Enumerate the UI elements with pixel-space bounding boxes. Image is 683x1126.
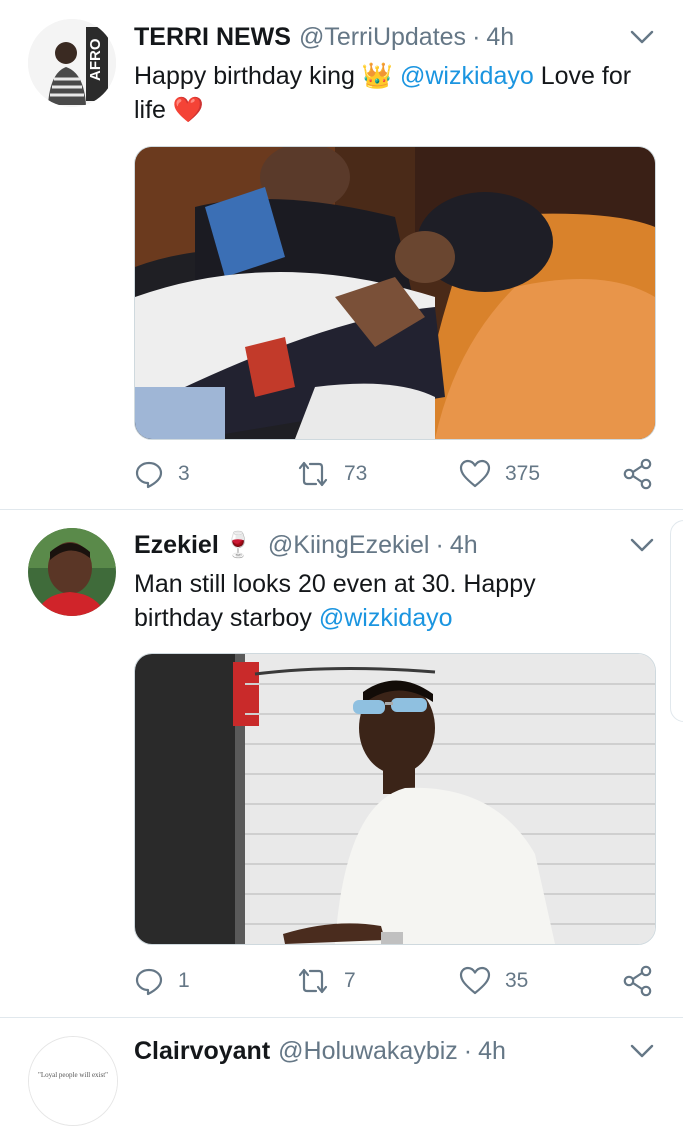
text-segment: Happy birthday king — [134, 62, 362, 90]
timestamp[interactable]: 4h — [450, 531, 478, 560]
display-name[interactable]: Clairvoyant — [134, 1037, 270, 1066]
avatar-image: AFRO — [28, 19, 116, 107]
display-name[interactable]: TERRI NEWS — [134, 23, 291, 52]
retweet-button[interactable]: 73 — [296, 457, 367, 491]
tweet-ezekiel[interactable]: Ezekiel 🍷 @KiingEzekiel · 4h Man still l… — [0, 510, 683, 1016]
mention-link[interactable]: @wizkidayo — [400, 62, 534, 90]
text-space — [393, 62, 400, 90]
mention-link[interactable]: @wizkidayo — [319, 604, 453, 632]
like-count: 35 — [505, 969, 529, 992]
tweet-header: Clairvoyant @Holuwakaybiz · 4h — [134, 1034, 506, 1068]
tweet-header: TERRI NEWS @TerriUpdates · 4h — [134, 20, 514, 54]
tweet-text: Happy birthday king 👑 @wizkidayo Love fo… — [134, 59, 634, 127]
avatar[interactable]: "Loyal people will exist" — [28, 1036, 118, 1126]
share-icon — [623, 458, 652, 490]
tweet-actions: 1 7 35 — [134, 964, 664, 998]
separator-dot: · — [435, 530, 444, 559]
reply-icon — [135, 968, 163, 996]
like-button[interactable]: 35 — [459, 964, 528, 998]
tweet-actions: 3 73 375 — [134, 457, 664, 491]
chevron-down-icon[interactable] — [628, 27, 656, 47]
reply-count: 1 — [178, 969, 190, 992]
like-button[interactable]: 375 — [459, 457, 540, 491]
timestamp[interactable]: 4h — [478, 1037, 506, 1066]
like-count: 375 — [505, 462, 541, 485]
chevron-down-icon[interactable] — [628, 535, 656, 555]
tweet-terri-news[interactable]: AFRO TERRI NEWS @TerriUpdates · 4h Happy… — [0, 0, 683, 508]
share-button[interactable] — [622, 964, 654, 998]
heart-emoji-icon: ❤️ — [172, 96, 205, 124]
retweet-count: 73 — [344, 462, 368, 485]
crown-emoji-icon: 👑 — [361, 62, 394, 90]
overlay-card-edge — [670, 520, 683, 722]
tweet-media-photo[interactable] — [134, 146, 656, 440]
chevron-down-icon[interactable] — [628, 1041, 656, 1061]
share-icon — [623, 965, 652, 997]
timestamp[interactable]: 4h — [486, 23, 514, 52]
retweet-count: 7 — [344, 969, 356, 992]
user-handle[interactable]: @KiingEzekiel — [268, 531, 430, 560]
avatar-afro-text: AFRO — [87, 38, 104, 81]
photo-image — [135, 147, 655, 439]
reply-button[interactable]: 1 — [134, 964, 190, 998]
separator-dot: · — [463, 1036, 473, 1065]
wine-glass-emoji-icon: 🍷 — [222, 530, 254, 559]
like-icon — [459, 966, 491, 995]
reply-button[interactable]: 3 — [134, 457, 190, 491]
avatar-quote-text: "Loyal people will exist" — [38, 1071, 108, 1079]
retweet-icon — [298, 968, 328, 994]
reply-count: 3 — [178, 462, 190, 485]
retweet-button[interactable]: 7 — [296, 964, 356, 998]
tweet-media-photo[interactable] — [134, 653, 656, 945]
avatar[interactable] — [28, 528, 116, 616]
retweet-icon — [298, 461, 328, 487]
reply-icon — [135, 461, 163, 489]
user-handle[interactable]: @Holuwakaybiz — [278, 1037, 458, 1066]
tweet-text: Man still looks 20 even at 30. Happy bir… — [134, 567, 594, 635]
display-name[interactable]: Ezekiel — [134, 531, 219, 560]
separator-dot: · — [472, 22, 481, 51]
user-handle[interactable]: @TerriUpdates — [299, 23, 466, 52]
share-button[interactable] — [622, 457, 654, 491]
avatar-image — [28, 528, 116, 616]
tweet-header: Ezekiel 🍷 @KiingEzekiel · 4h — [134, 528, 478, 562]
like-icon — [459, 459, 491, 488]
photo-image — [135, 654, 655, 944]
avatar[interactable]: AFRO — [28, 19, 116, 107]
avatar-image: "Loyal people will exist" — [29, 1037, 117, 1125]
tweet-clairvoyant[interactable]: "Loyal people will exist" Clairvoyant @H… — [0, 1018, 683, 1126]
